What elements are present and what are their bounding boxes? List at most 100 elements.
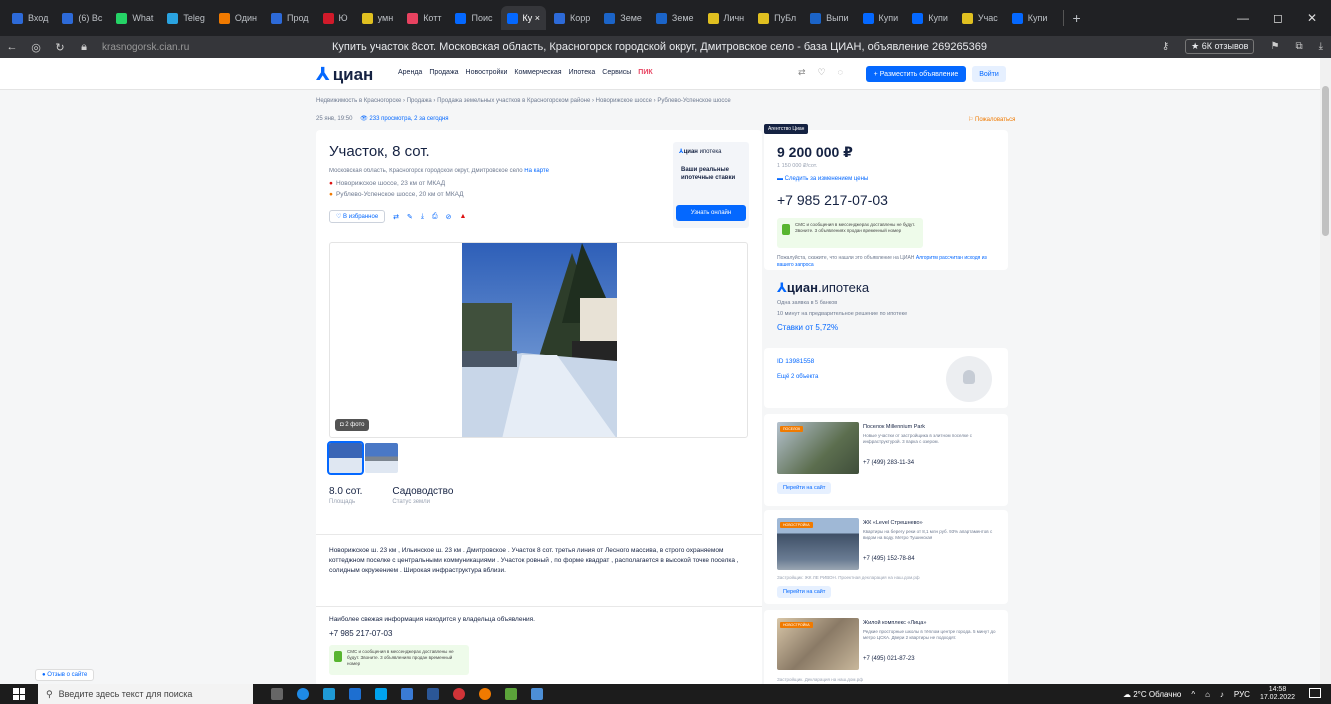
browser-tab[interactable]: Выпи <box>804 6 854 30</box>
reviews-badge[interactable]: ★ 6К отзывов <box>1185 39 1255 54</box>
site-feedback-button[interactable]: ● Отзыв о сайте <box>35 669 95 681</box>
download-icon[interactable]: ⤓ <box>421 213 424 221</box>
tray-chevron-icon[interactable]: ^ <box>1191 690 1195 699</box>
nav-item[interactable]: Ипотека <box>569 69 596 76</box>
complaint-link[interactable]: ⚐ Пожаловаться <box>968 116 1015 123</box>
browser-tab[interactable]: Личн <box>702 6 751 30</box>
browser-icon[interactable] <box>297 688 309 700</box>
browser-tab[interactable]: Прод <box>265 6 315 30</box>
promo-site-button[interactable]: Перейти на сайт <box>777 586 832 598</box>
promo-title[interactable]: Жилой комплекс «Лица» <box>863 620 926 626</box>
thumbnail[interactable] <box>327 441 364 475</box>
language-indicator[interactable]: РУС <box>1234 690 1250 699</box>
bell-icon[interactable]: ◌ <box>838 67 843 78</box>
post-ad-button[interactable]: + Разместить объявление <box>866 66 966 82</box>
key-icon[interactable]: ⚷ <box>1162 41 1169 52</box>
photo-gallery[interactable]: ◘ 2 фото <box>329 242 748 438</box>
report-icon[interactable]: ▲ <box>460 213 467 220</box>
price-subscribe-link[interactable]: ▬ Следить за изменением цены <box>777 176 868 182</box>
promo-image[interactable]: ПОСЕЛОК <box>777 422 859 474</box>
clock[interactable]: 14:58 17.02.2022 <box>1260 686 1295 702</box>
extension-icon[interactable]: ⧉ <box>1295 41 1302 52</box>
ipoteka-rate-link[interactable]: Ставки от 5,72% <box>777 323 838 332</box>
download-icon[interactable]: ⤓ <box>1319 41 1323 52</box>
nav-item[interactable]: Продажа <box>429 69 458 76</box>
map-link[interactable]: На карте <box>524 168 549 174</box>
browser-tab[interactable]: Корр <box>548 6 596 30</box>
nav-item-pik[interactable]: ПИК <box>638 69 652 76</box>
browser-tab[interactable]: Учас <box>956 6 1004 30</box>
browser-tab[interactable]: Купи <box>1006 6 1054 30</box>
compare-icon[interactable]: ⇄ <box>393 213 399 221</box>
chrome-icon[interactable] <box>479 688 491 700</box>
promo-image[interactable]: НОВОСТРОЙКА <box>777 518 859 570</box>
nav-item[interactable]: Аренда <box>398 69 422 76</box>
share-icon[interactable]: ✎ <box>407 213 413 221</box>
phone-number[interactable]: +7 985 217-07-03 <box>329 629 392 638</box>
volume-icon[interactable]: ♪ <box>1220 690 1224 699</box>
nav-item[interactable]: Новостройки <box>466 69 508 76</box>
network-icon[interactable]: ⌂ <box>1205 690 1210 699</box>
nav-item[interactable]: Сервисы <box>602 69 631 76</box>
word-icon[interactable] <box>427 688 439 700</box>
login-button[interactable]: Войти <box>972 66 1006 82</box>
browser-tab[interactable]: ПуБл <box>752 6 802 30</box>
photo-count-badge[interactable]: ◘ 2 фото <box>335 419 370 431</box>
close-icon[interactable]: ✕ <box>1307 11 1317 25</box>
hide-icon[interactable]: ⊘ <box>446 213 452 221</box>
nav-item[interactable]: Коммерческая <box>514 69 561 76</box>
seller-phone[interactable]: +7 985 217-07-03 <box>777 192 888 208</box>
heart-icon[interactable]: ♡ <box>818 67 826 78</box>
new-tab-icon[interactable]: + <box>1063 10 1088 26</box>
browser-tab[interactable]: Teleg <box>161 6 211 30</box>
views-count[interactable]: 👁︎ 233 просмотра, 2 за сегодня <box>360 116 448 122</box>
mortgage-button[interactable]: Узнать онлайн <box>676 205 746 221</box>
browser-tab[interactable]: Ю <box>317 6 354 30</box>
promo-site-button[interactable]: Перейти на сайт <box>777 482 832 494</box>
start-button[interactable] <box>0 688 38 700</box>
promo-phone[interactable]: +7 (495) 152-78-84 <box>863 556 915 562</box>
mail-icon[interactable] <box>401 688 413 700</box>
promo-phone[interactable]: +7 (499) 283-11-34 <box>863 460 914 466</box>
edge-icon[interactable] <box>323 688 335 700</box>
task-view-icon[interactable] <box>271 688 283 700</box>
browser-tab[interactable]: Купи <box>906 6 954 30</box>
seller-objects-link[interactable]: Ещё 2 объекта <box>777 374 818 380</box>
favorite-button[interactable]: ♡ В избранное <box>329 210 386 223</box>
browser-tab[interactable]: Вход <box>6 6 54 30</box>
browser-tab[interactable]: Котт <box>401 6 447 30</box>
skype-icon[interactable] <box>375 688 387 700</box>
page-scrollbar[interactable] <box>1320 58 1331 684</box>
browser-tab[interactable]: (6) Вс <box>56 6 108 30</box>
listing-photo[interactable] <box>462 243 617 437</box>
cian-logo[interactable]: ⅄ циан <box>316 64 373 85</box>
weather-widget[interactable]: ☁ 2°C Облачно <box>1123 690 1181 699</box>
seller-id[interactable]: ID 13981558 <box>777 358 814 365</box>
browser-tab[interactable]: Земе <box>598 6 648 30</box>
promo-title[interactable]: ЖК «Level Стрешнево» <box>863 520 923 526</box>
browser-tab[interactable]: Один <box>213 6 263 30</box>
browser-tab[interactable]: Купи <box>857 6 905 30</box>
taskbar-search[interactable]: ⚲ Введите здесь текст для поиска <box>38 684 253 704</box>
minimize-icon[interactable]: — <box>1237 11 1249 25</box>
breadcrumb[interactable]: Недвижимость в Красногорске › Продажа › … <box>316 98 731 104</box>
browser-tab[interactable]: Земе <box>650 6 700 30</box>
browser-tab[interactable]: Поис <box>449 6 498 30</box>
bookmark-icon[interactable]: ⚑ <box>1270 41 1279 52</box>
scrollbar-thumb[interactable] <box>1322 86 1329 236</box>
notification-icon[interactable] <box>1309 688 1321 698</box>
photos-icon[interactable] <box>505 688 517 700</box>
promo-phone[interactable]: +7 (495) 021-87-23 <box>863 656 915 662</box>
thumbnail[interactable] <box>365 443 398 473</box>
store-icon[interactable] <box>349 688 361 700</box>
browser-tab[interactable]: Ку × <box>500 6 546 30</box>
reload-icon[interactable]: ↻ <box>48 41 72 54</box>
promo-title[interactable]: Поселок Millennium Park <box>863 424 925 430</box>
browser-tab[interactable]: What <box>110 6 159 30</box>
app-icon[interactable] <box>531 688 543 700</box>
maximize-icon[interactable]: ◻ <box>1273 11 1283 25</box>
promo-image[interactable]: НОВОСТРОЙКА <box>777 618 859 670</box>
print-icon[interactable]: ⎙ <box>432 213 438 221</box>
url-domain[interactable]: krasnogorsk.cian.ru <box>102 42 189 53</box>
back-icon[interactable]: ← <box>0 41 24 53</box>
